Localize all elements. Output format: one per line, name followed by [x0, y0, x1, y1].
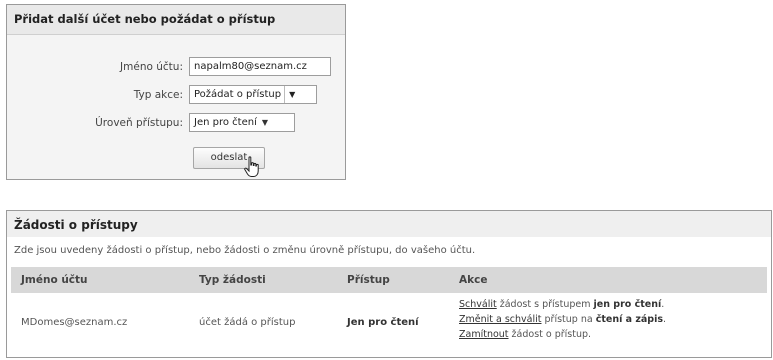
hand-pointer-icon — [244, 156, 259, 177]
action-reject-line: Zamítnout žádost o přístup. — [459, 329, 591, 340]
reject-link[interactable]: Zamítnout — [459, 329, 509, 340]
row-account: MDomes@seznam.cz — [21, 317, 128, 328]
account-name-label: Jméno účtu: — [120, 61, 183, 73]
access-requests-description: Zde jsou uvedeny žádosti o přístup, nebo… — [14, 245, 476, 256]
action-type-value: Požádat o přístup — [194, 89, 282, 100]
requests-table-header: Jméno účtu Typ žádosti Přístup Akce — [11, 267, 767, 293]
account-name-value: napalm80@seznam.cz — [194, 61, 307, 72]
change-access-level: čtení a zápis — [595, 314, 664, 325]
approve-link[interactable]: Schválit — [459, 299, 497, 310]
column-account: Jméno účtu — [21, 274, 88, 286]
add-account-panel: Přidat další účet nebo požádat o přístup… — [6, 4, 346, 180]
add-account-title: Přidat další účet nebo požádat o přístup — [7, 5, 345, 35]
account-name-input[interactable]: napalm80@seznam.cz — [189, 57, 331, 76]
approve-access-level: jen pro čtení — [593, 299, 662, 310]
reject-text: žádost o přístup. — [508, 329, 592, 340]
action-type-select[interactable]: Požádat o přístup ▼ — [189, 85, 317, 104]
access-level-value: Jen pro čtení — [194, 117, 257, 128]
access-requests-title: Žádosti o přístupy — [7, 211, 771, 237]
approve-text: žádost s přístupem — [496, 299, 594, 310]
access-level-label: Úroveň přístupu: — [95, 117, 183, 129]
account-name-row: Jméno účtu: napalm80@seznam.cz — [7, 57, 345, 79]
column-access: Přístup — [347, 274, 390, 286]
access-level-select[interactable]: Jen pro čtení ▼ — [189, 113, 295, 132]
access-requests-panel: Žádosti o přístupy Zde jsou uvedeny žádo… — [6, 210, 772, 358]
change-end: . — [663, 314, 667, 325]
column-request-type: Typ žádosti — [199, 274, 266, 286]
action-type-label: Typ akce: — [133, 89, 183, 101]
change-and-approve-link[interactable]: Změnit a schválit — [459, 314, 542, 325]
action-approve-line: Schválit žádost s přístupem jen pro čten… — [459, 299, 664, 310]
access-level-row: Úroveň přístupu: Jen pro čtení ▼ — [7, 113, 345, 135]
dropdown-arrow-icon: ▼ — [284, 86, 295, 103]
action-change-line: Změnit a schválit přístup na čtení a záp… — [459, 314, 666, 325]
row-request-type: účet žádá o přístup — [199, 317, 296, 328]
row-access: Jen pro čtení — [347, 317, 419, 328]
approve-end: . — [661, 299, 665, 310]
change-text: přístup na — [541, 314, 596, 325]
action-type-row: Typ akce: Požádat o přístup ▼ — [7, 85, 345, 107]
dropdown-arrow-icon: ▼ — [261, 118, 268, 127]
column-actions: Akce — [459, 274, 488, 286]
table-row: MDomes@seznam.cz účet žádá o přístup Jen… — [11, 293, 767, 353]
